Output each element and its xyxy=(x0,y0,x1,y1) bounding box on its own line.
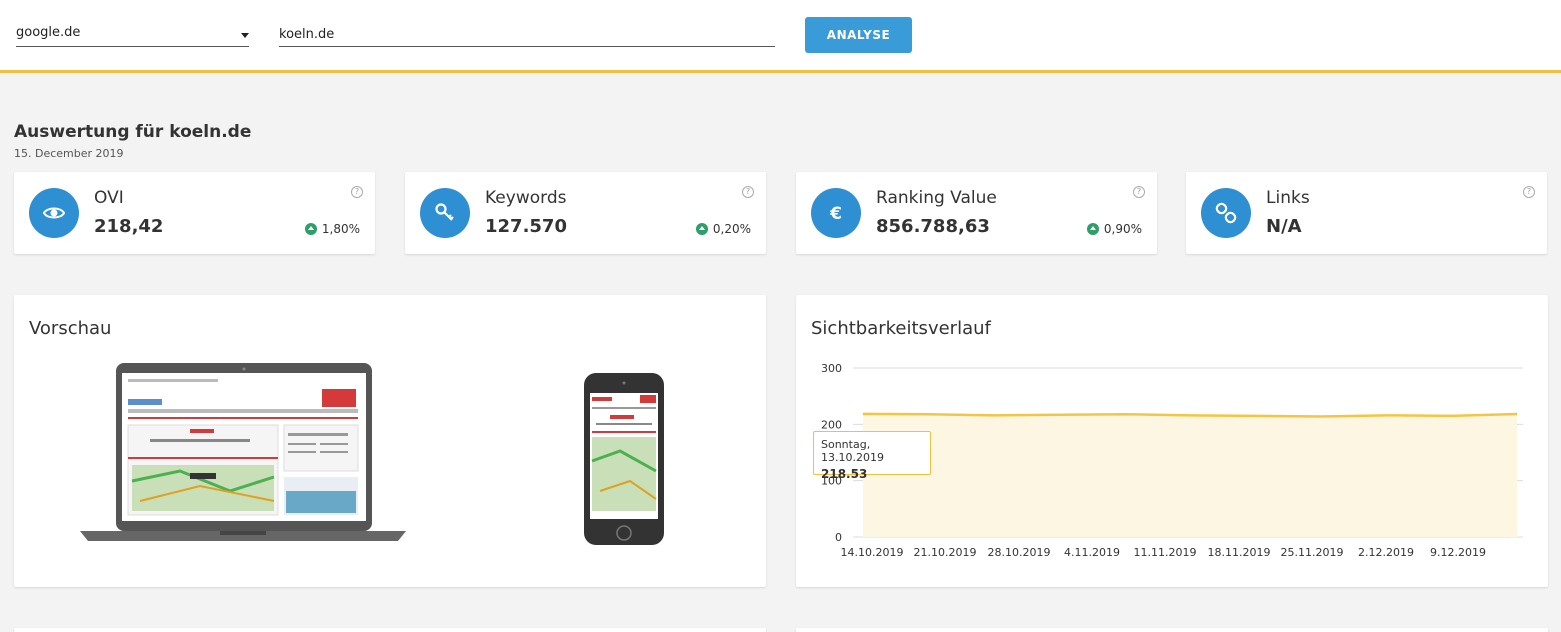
next-panel-left xyxy=(14,628,766,632)
next-panel-right xyxy=(796,628,1548,632)
data-point xyxy=(1058,414,1060,416)
data-point xyxy=(1516,413,1518,415)
kpi-trend: 0,20% xyxy=(695,222,751,236)
help-icon[interactable]: ? xyxy=(351,186,363,198)
kpi-change: 0,20% xyxy=(712,222,751,236)
key-icon xyxy=(420,188,470,238)
help-icon[interactable]: ? xyxy=(742,186,754,198)
kpi-card-keywords: Keywords 127.570 ? 0,20% xyxy=(405,172,766,254)
data-point xyxy=(1124,413,1126,415)
laptop-preview-image xyxy=(80,363,406,541)
x-tick-label: 18.11.2019 xyxy=(1208,546,1271,559)
kpi-card-ovi: OVI 218,42 ? 1,80% xyxy=(14,172,375,254)
kpi-value: 127.570 xyxy=(485,216,567,237)
data-point xyxy=(927,413,929,415)
panel-title: Vorschau xyxy=(29,318,112,339)
kpi-label: Ranking Value xyxy=(876,188,997,208)
kpi-change: 0,90% xyxy=(1103,222,1142,236)
y-tick-label: 200 xyxy=(821,418,842,431)
search-engine-select[interactable]: google.de xyxy=(16,22,249,47)
trend-up-icon xyxy=(1086,223,1099,235)
area-fill xyxy=(863,413,1517,537)
kpi-value: 856.788,63 xyxy=(876,216,990,237)
page-date: 15. December 2019 xyxy=(14,147,124,160)
kpi-label: Links xyxy=(1266,188,1310,208)
x-tick-label: 28.10.2019 xyxy=(988,546,1051,559)
data-point xyxy=(1385,414,1387,416)
x-tick-label: 25.11.2019 xyxy=(1281,546,1344,559)
x-tick-label: 4.11.2019 xyxy=(1064,546,1120,559)
data-point xyxy=(993,414,995,416)
kpi-trend: 1,80% xyxy=(304,222,360,236)
kpi-label: OVI xyxy=(94,188,124,208)
analyse-button[interactable]: ANALYSE xyxy=(805,17,912,53)
data-point xyxy=(1254,415,1256,417)
kpi-value: 218,42 xyxy=(94,216,164,237)
trend-up-icon xyxy=(695,223,708,235)
x-tick-label: 21.10.2019 xyxy=(914,546,977,559)
phone-preview-image xyxy=(584,373,664,545)
y-tick-label: 300 xyxy=(821,362,842,375)
tooltip-date: Sonntag, 13.10.2019 xyxy=(821,438,884,464)
preview-panel: Vorschau xyxy=(14,295,766,587)
x-tick-label: 11.11.2019 xyxy=(1134,546,1197,559)
kpi-label: Keywords xyxy=(485,188,567,208)
domain-input[interactable] xyxy=(279,22,775,47)
kpi-card-ranking-value: € Ranking Value 856.788,63 ? 0,90% xyxy=(796,172,1157,254)
top-bar: google.de ANALYSE xyxy=(0,0,1561,73)
chevron-down-icon xyxy=(241,33,249,38)
data-point xyxy=(1320,415,1322,417)
link-icon xyxy=(1201,188,1251,238)
kpi-value: N/A xyxy=(1266,216,1302,237)
search-engine-value: google.de xyxy=(16,25,81,40)
help-icon[interactable]: ? xyxy=(1523,186,1535,198)
chart-tooltip: Sonntag, 13.10.2019 218.53 xyxy=(813,431,931,481)
trend-up-icon xyxy=(304,223,317,235)
kpi-change: 1,80% xyxy=(321,222,360,236)
euro-icon: € xyxy=(811,188,861,238)
x-tick-label: 9.12.2019 xyxy=(1430,546,1486,559)
x-tick-label: 2.12.2019 xyxy=(1358,546,1414,559)
page-title: Auswertung für koeln.de xyxy=(14,122,252,142)
eye-icon xyxy=(29,188,79,238)
kpi-card-links: Links N/A ? xyxy=(1186,172,1547,254)
data-point xyxy=(1189,414,1191,416)
data-point xyxy=(862,413,864,415)
tooltip-value: 218.53 xyxy=(821,467,868,481)
help-icon[interactable]: ? xyxy=(1133,186,1145,198)
svg-text:€: € xyxy=(829,204,842,224)
x-tick-label: 14.10.2019 xyxy=(841,546,904,559)
kpi-trend: 0,90% xyxy=(1086,222,1142,236)
y-tick-label: 0 xyxy=(835,531,842,544)
data-point xyxy=(1451,415,1453,417)
